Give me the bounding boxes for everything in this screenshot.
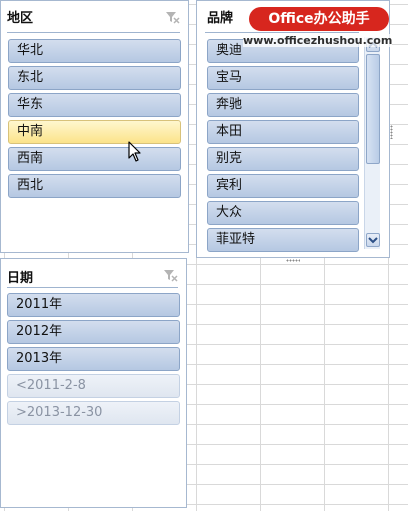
slicer-item-2012[interactable]: 2012年 — [7, 320, 180, 344]
slicer-item-label: 奔驰 — [216, 97, 243, 112]
slicer-item-honda[interactable]: 本田 — [207, 120, 359, 144]
slicer-item-2013[interactable]: 2013年 — [7, 347, 180, 371]
slicer-item-label: 西南 — [17, 151, 44, 166]
slicer-item-label: 奥迪 — [216, 43, 243, 58]
slicer-item-fiat[interactable]: 菲亚特 — [207, 228, 359, 252]
slicer-item-before-range[interactable]: <2011-2-8 — [7, 374, 180, 398]
slicer-brand-scrollbar[interactable] — [364, 37, 380, 249]
slicer-brand-title: 品牌 — [207, 11, 234, 26]
slicer-date-header: 日期 — [1, 259, 186, 286]
slicer-item-label: 宾利 — [216, 178, 243, 193]
scroll-down-icon[interactable] — [366, 233, 380, 247]
resize-handle-icon[interactable] — [390, 125, 393, 139]
clear-filter-icon[interactable] — [164, 9, 180, 25]
slicer-item-label: 菲亚特 — [216, 232, 256, 247]
slicer-item-label: 华东 — [17, 97, 44, 112]
slicer-item-buick[interactable]: 别克 — [207, 147, 359, 171]
slicer-item-label: 本田 — [216, 124, 243, 139]
slicer-region-header: 地区 — [1, 1, 188, 27]
slicer-item-label: 2011年 — [16, 297, 63, 312]
slicer-item-label: 别克 — [216, 151, 243, 166]
slicer-region-title: 地区 — [7, 11, 34, 26]
clear-filter-icon[interactable] — [162, 267, 178, 283]
slicer-date: 日期 2011年 2012年 2013年 <2011-2-8 >2013-12-… — [0, 258, 187, 508]
slicer-region-divider — [7, 32, 180, 33]
slicer-item-label: 2012年 — [16, 324, 63, 339]
scrollbar-thumb[interactable] — [366, 54, 380, 164]
slicer-item-huabei[interactable]: 华北 — [8, 39, 181, 63]
slicer-item-huadong[interactable]: 华东 — [8, 93, 181, 117]
slicer-item-xinan[interactable]: 西南 — [8, 147, 181, 171]
slicer-item-label: 华北 — [17, 43, 44, 58]
slicer-item-label: 东北 — [17, 70, 44, 85]
slicer-region: 地区 华北 东北 华东 中南 西南 西北 — [0, 0, 189, 253]
slicer-item-label: 大众 — [216, 205, 243, 220]
slicer-date-title: 日期 — [7, 271, 34, 286]
slicer-item-bentley[interactable]: 宾利 — [207, 174, 359, 198]
slicer-item-label: <2011-2-8 — [16, 378, 86, 393]
slicer-item-vw[interactable]: 大众 — [207, 201, 359, 225]
slicer-item-label: >2013-12-30 — [16, 405, 103, 420]
slicer-item-label: 西北 — [17, 178, 44, 193]
slicer-item-bmw[interactable]: 宝马 — [207, 66, 359, 90]
slicer-date-divider — [7, 287, 178, 288]
resize-handle-icon[interactable] — [286, 259, 300, 262]
slicer-item-zhongnan[interactable]: 中南 — [8, 120, 181, 144]
slicer-item-after-range[interactable]: >2013-12-30 — [7, 401, 180, 425]
slicer-item-label: 中南 — [17, 124, 44, 139]
slicer-item-xibei[interactable]: 西北 — [8, 174, 181, 198]
mouse-cursor-icon — [128, 141, 141, 162]
watermark-badge: Office办公助手 — [249, 7, 389, 31]
slicer-item-label: 2013年 — [16, 351, 63, 366]
slicer-brand-divider — [205, 32, 359, 33]
slicer-item-dongbei[interactable]: 东北 — [8, 66, 181, 90]
slicer-item-benz[interactable]: 奔驰 — [207, 93, 359, 117]
watermark-url: www.officezhushou.com — [243, 34, 393, 47]
slicer-item-2011[interactable]: 2011年 — [7, 293, 180, 317]
slicer-item-label: 宝马 — [216, 70, 243, 85]
